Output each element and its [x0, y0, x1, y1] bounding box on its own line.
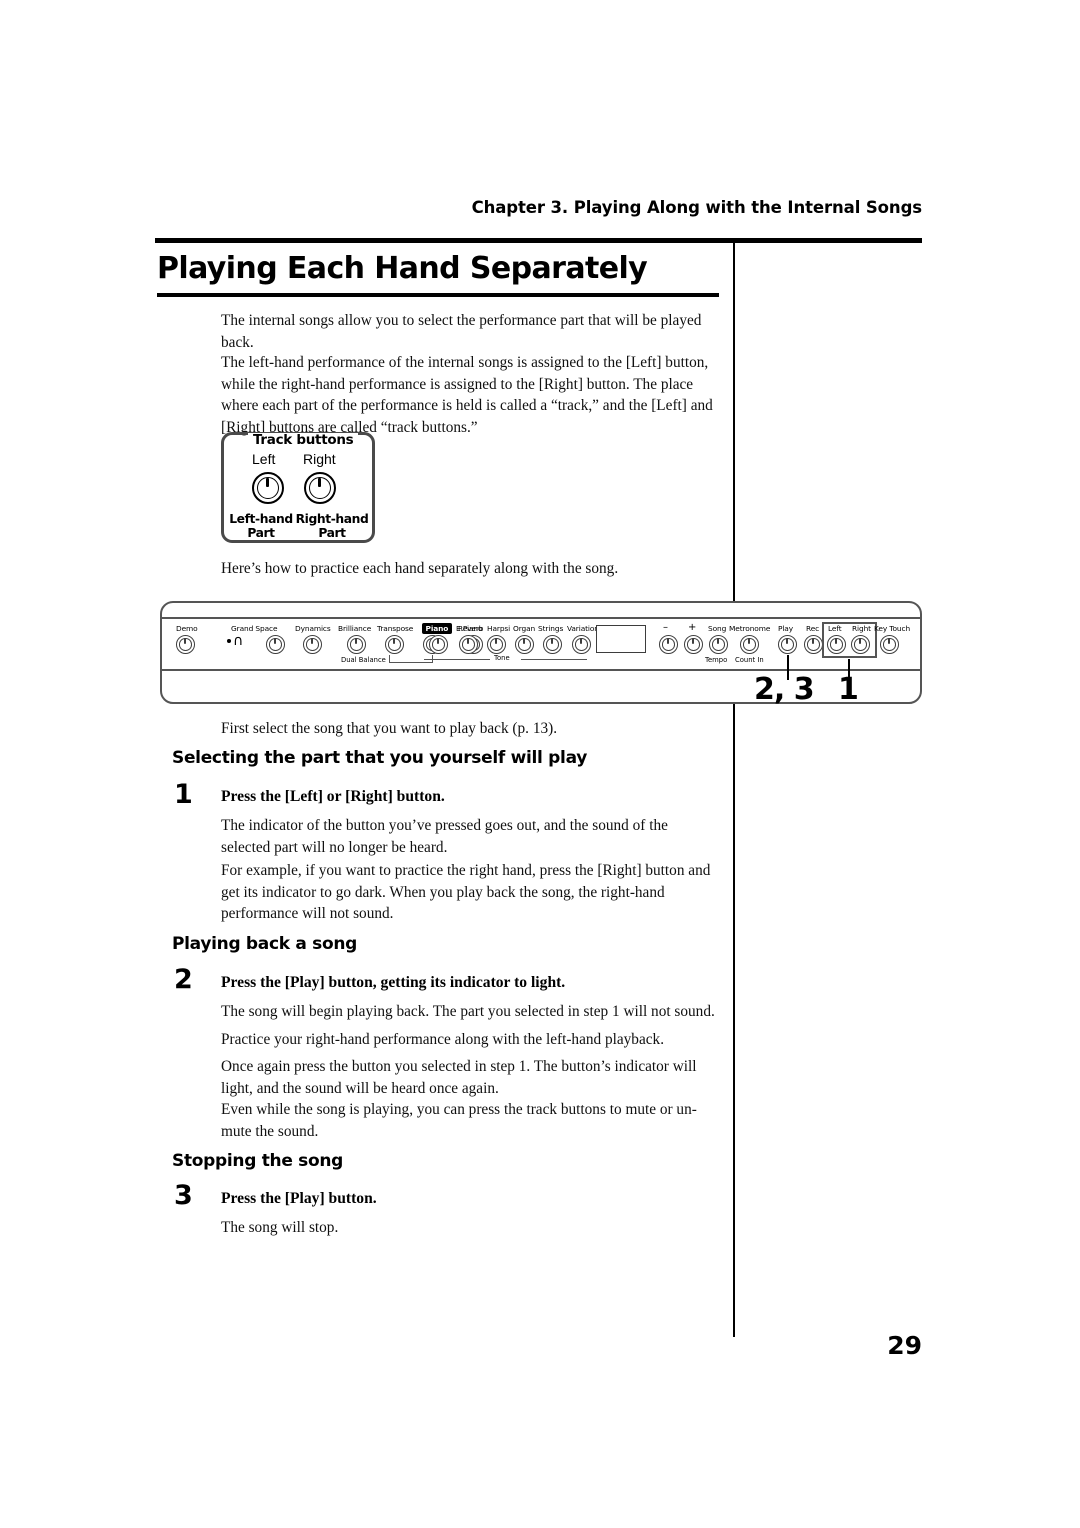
track-callout-left-part-line2: Part — [247, 526, 275, 540]
step-number-3: 3 — [174, 1180, 193, 1211]
panel-knob-minus — [659, 635, 678, 654]
track-callout-right-label: Right — [303, 451, 336, 467]
panel-knob-rec — [804, 635, 823, 654]
tone-bracket-right — [521, 659, 587, 661]
panel-label-transpose: Transpose — [377, 624, 414, 633]
panel-knob-song — [709, 635, 728, 654]
panel-knob-brilliance — [347, 635, 366, 654]
track-buttons-callout-title: Track buttons — [248, 433, 359, 447]
panel-label-demo: Demo — [176, 624, 198, 633]
section2-paragraph-3: Once again press the button you selected… — [221, 1058, 697, 1097]
panel-knob-play — [778, 635, 797, 654]
track-callout-right-button-icon — [304, 472, 336, 504]
section3-paragraph-1: The song will stop. — [221, 1219, 339, 1236]
intro-paragraph-3: Here’s how to practice each hand separat… — [221, 560, 619, 577]
panel-label-plus: + — [688, 622, 697, 633]
section-heading-selecting-part: Selecting the part that you yourself wil… — [172, 748, 587, 768]
panel-label-minus: – — [663, 622, 668, 633]
panel-label-dynamics: Dynamics — [295, 624, 331, 633]
panel-knob-organ — [515, 635, 534, 654]
panel-knob-harpsi — [487, 635, 506, 654]
panel-knob-left — [827, 635, 846, 654]
callout-number-play-steps: 2, 3 — [754, 672, 815, 707]
panel-label-harpsi: Harpsi — [487, 624, 511, 633]
chapter-header: Chapter 3. Playing Along with the Intern… — [471, 198, 923, 217]
panel-knob-dynamics — [303, 635, 322, 654]
step-title-1: Press the [Left] or [Right] button. — [221, 788, 445, 805]
intro-paragraph-2: The left-hand performance of the interna… — [221, 354, 713, 436]
title-underline-rule — [157, 293, 719, 297]
panel-divider-rule-top — [160, 617, 922, 619]
panel-sublabel-tone: Tone — [494, 654, 510, 662]
panel-label-brilliance: Brilliance — [338, 624, 372, 633]
panel-knob-demo — [176, 635, 195, 654]
panel-sublabel-count-in: Count In — [735, 656, 764, 664]
section2-paragraph-4: Even while the song is playing, you can … — [221, 1101, 697, 1140]
track-callout-left-part-line1: Left-hand — [229, 512, 293, 526]
step-title-2: Press the [Play] button, getting its ind… — [221, 974, 566, 991]
intro-paragraph-1: The internal songs allow you to select t… — [221, 312, 702, 351]
document-page: Chapter 3. Playing Along with the Intern… — [0, 0, 1080, 1528]
panel-label-rec: Rec — [806, 624, 820, 633]
panel-knob-epiano — [459, 635, 478, 654]
panel-label-grand-space: Grand Space — [231, 624, 278, 633]
panel-knob-key-touch — [880, 635, 899, 654]
header-rule — [155, 238, 922, 243]
panel-label-play: Play — [778, 624, 794, 633]
page-title: Playing Each Hand Separately — [157, 251, 648, 286]
headphones-icon: ∩ — [233, 633, 244, 649]
track-callout-right-part-line1: Right-hand — [295, 512, 369, 526]
tone-bracket-left — [424, 659, 490, 661]
panel-label-strings: Strings — [538, 624, 564, 633]
step-title-3: Press the [Play] button. — [221, 1190, 377, 1207]
panel-display-screen — [596, 625, 646, 653]
step-number-1: 1 — [174, 779, 193, 810]
panel-knob-piano — [429, 635, 448, 654]
panel-sublabel-tempo: Tempo — [705, 656, 728, 664]
panel-label-left: Left — [828, 624, 842, 633]
panel-divider-rule-bottom — [160, 669, 922, 671]
panel-knob-plus — [684, 635, 703, 654]
panel-label-metronome: Metronome — [729, 624, 771, 633]
section1-paragraph-2: For example, if you want to practice the… — [221, 862, 711, 923]
callout-number-track-step: 1 — [838, 672, 859, 707]
step-number-2: 2 — [174, 964, 193, 995]
panel-knob-right — [851, 635, 870, 654]
section2-paragraph-1: The song will begin playing back. The pa… — [221, 1003, 715, 1020]
section-heading-playing-back: Playing back a song — [172, 934, 358, 954]
panel-sublabel-dual-balance: Dual Balance — [341, 656, 386, 664]
track-callout-right-part-line2: Part — [318, 526, 346, 540]
panel-label-song: Song — [708, 624, 727, 633]
section-heading-stopping: Stopping the song — [172, 1151, 344, 1171]
panel-knob-strings — [543, 635, 562, 654]
section2-paragraph-2: Practice your right-hand performance alo… — [221, 1031, 665, 1048]
panel-knob-metronome — [740, 635, 759, 654]
section1-paragraph-1: The indicator of the button you’ve press… — [221, 817, 668, 856]
column-divider — [733, 243, 735, 1337]
panel-knob-transpose — [385, 635, 404, 654]
track-callout-left-button-icon — [252, 472, 284, 504]
panel-knob-grand-space — [266, 635, 285, 654]
panel-label-variation: Variation — [567, 624, 599, 633]
panel-label-piano: Piano — [422, 623, 452, 634]
track-callout-left-label: Left — [252, 451, 276, 467]
panel-label-organ: Organ — [513, 624, 536, 633]
panel-label-epiano: E.Piano — [456, 624, 483, 633]
first-select-paragraph: First select the song that you want to p… — [221, 720, 558, 737]
panel-label-key-touch: Key Touch — [874, 624, 911, 633]
page-number: 29 — [887, 1331, 922, 1360]
panel-label-right: Right — [852, 624, 871, 633]
panel-knob-variation — [572, 635, 591, 654]
phones-jack-dot-icon — [227, 639, 231, 643]
